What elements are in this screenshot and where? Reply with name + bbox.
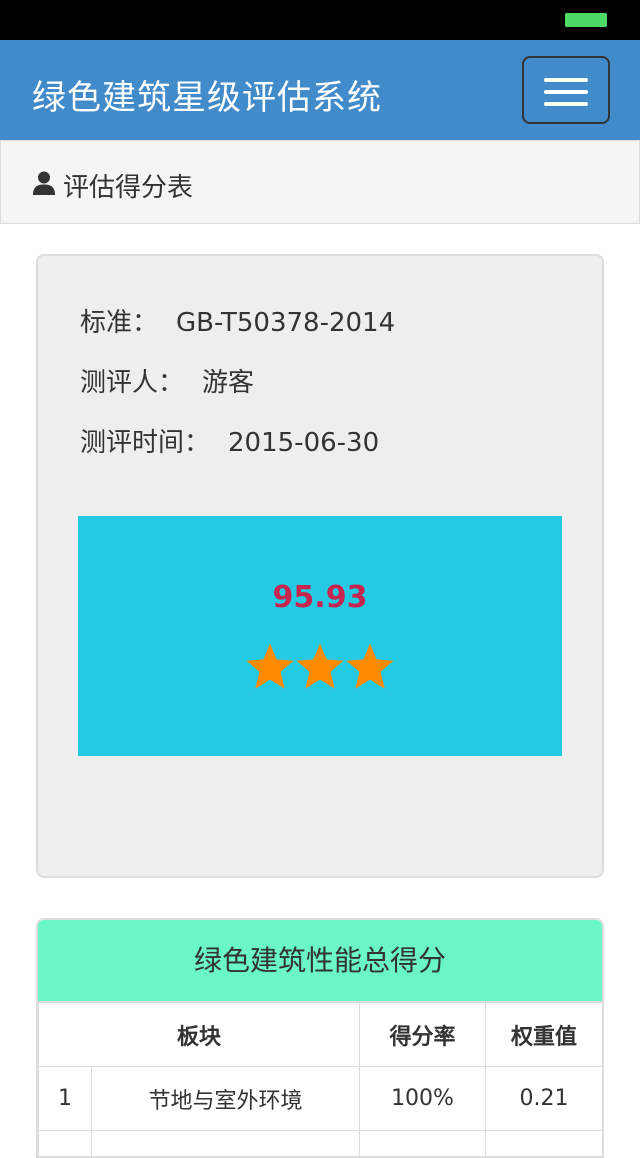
hamburger-icon — [544, 78, 588, 82]
evaluation-info-well: 标准： GB-T50378-2014 测评人： 游客 测评时间： 2015-06-30… — [36, 254, 604, 878]
hamburger-icon-bar — [544, 102, 588, 106]
panel-heading: 评估得分表 — [0, 140, 640, 224]
table-row[interactable] — [39, 1131, 603, 1158]
row-section: 节地与室外环境 — [92, 1067, 360, 1131]
star-icon — [243, 640, 297, 694]
standard-value: GB-T50378-2014 — [176, 308, 395, 338]
app-title[interactable]: 绿色建筑星级评估系统 — [32, 70, 382, 119]
evaluator-label: 测评人： — [80, 368, 184, 398]
score-table-panel: 绿色建筑性能总得分 板块 得分率 权重值 1 节地与室外环境 100% 0.21 — [36, 918, 604, 1158]
row-weight: 0.21 — [486, 1067, 603, 1131]
total-score: 95.93 — [78, 580, 562, 615]
evaluator-value: 游客 — [202, 368, 254, 398]
star-icon — [343, 640, 397, 694]
hamburger-icon-bar — [544, 90, 588, 94]
user-icon — [33, 171, 55, 195]
star-icon — [293, 640, 347, 694]
row-rate — [360, 1131, 486, 1158]
table-title: 绿色建筑性能总得分 — [38, 920, 602, 1002]
time-label: 测评时间： — [80, 428, 210, 458]
table-row[interactable]: 1 节地与室外环境 100% 0.21 — [39, 1067, 603, 1131]
evaluator-row: 测评人： 游客 — [80, 362, 254, 399]
time-row: 测评时间： 2015-06-30 — [80, 422, 379, 459]
star-rating — [78, 640, 562, 694]
row-rate: 100% — [360, 1067, 486, 1131]
header-rate: 得分率 — [360, 1003, 486, 1067]
standard-label: 标准： — [80, 308, 158, 338]
header-section: 板块 — [39, 1003, 360, 1067]
score-table: 板块 得分率 权重值 1 节地与室外环境 100% 0.21 — [38, 1002, 603, 1158]
status-bar — [0, 0, 640, 40]
panel-title: 评估得分表 — [63, 167, 193, 204]
score-box: 95.93 — [78, 516, 562, 756]
battery-icon — [565, 13, 607, 27]
menu-toggle-button[interactable] — [522, 56, 610, 124]
header-weight: 权重值 — [486, 1003, 603, 1067]
time-value: 2015-06-30 — [228, 428, 379, 458]
row-section — [92, 1131, 360, 1158]
standard-row: 标准： GB-T50378-2014 — [80, 302, 395, 339]
row-index: 1 — [39, 1067, 92, 1131]
row-index — [39, 1131, 92, 1158]
table-header-row: 板块 得分率 权重值 — [39, 1003, 603, 1067]
row-weight — [486, 1131, 603, 1158]
navbar: 绿色建筑星级评估系统 — [0, 40, 640, 140]
